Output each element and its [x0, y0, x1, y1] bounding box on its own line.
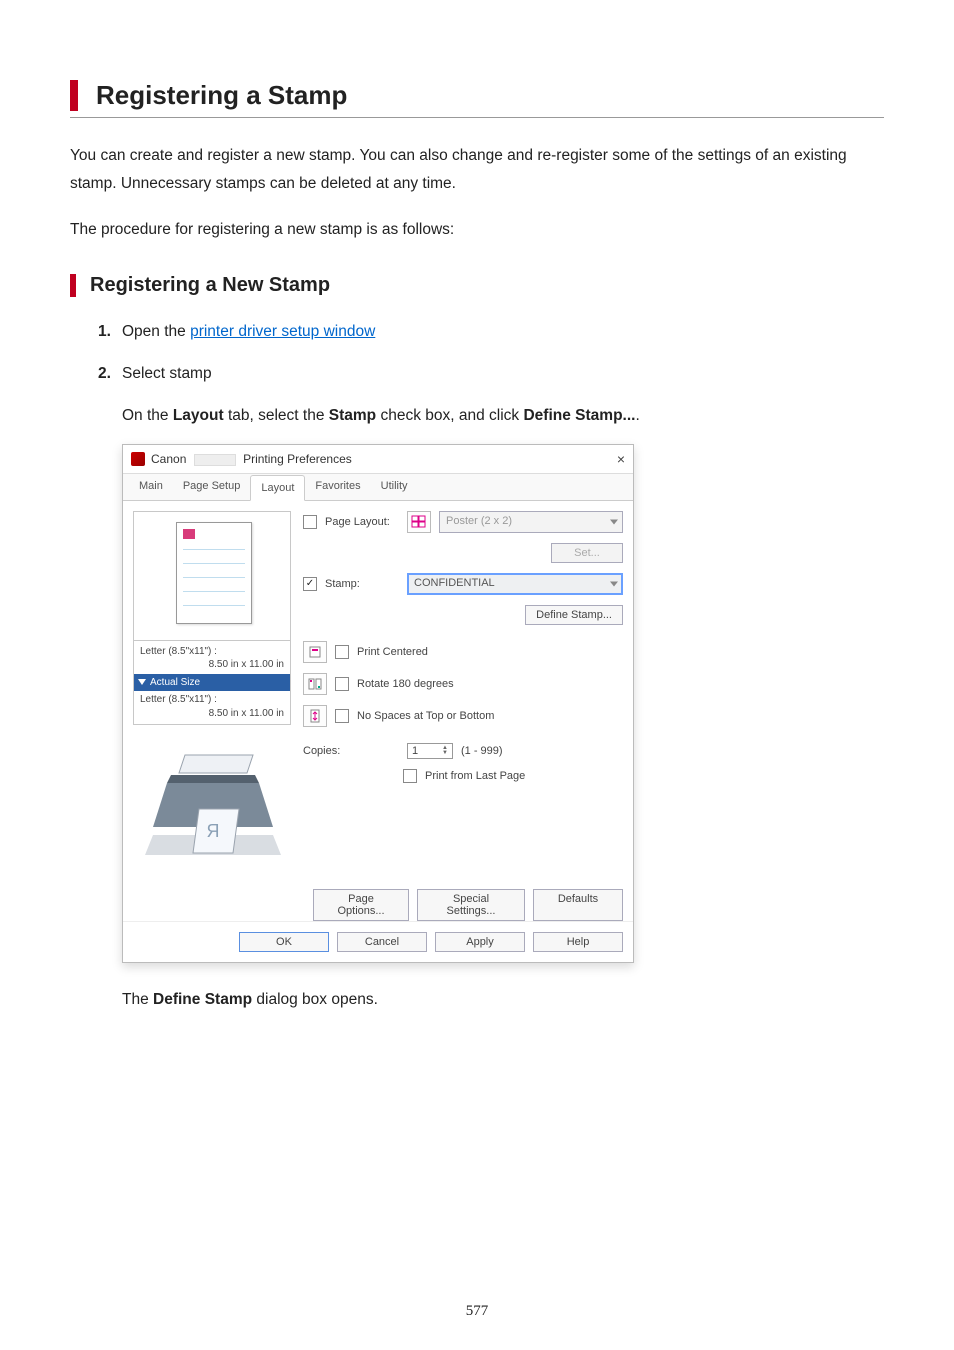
stamp-value: CONFIDENTIAL: [414, 577, 495, 589]
copies-input[interactable]: 1 ▲▼: [407, 743, 453, 759]
layout-bold: Layout: [173, 407, 224, 424]
chevron-down-icon: [610, 581, 618, 586]
apply-button[interactable]: Apply: [435, 932, 525, 952]
printer-driver-setup-window-link[interactable]: printer driver setup window: [190, 323, 375, 340]
section-heading: Registering a New Stamp: [90, 274, 884, 297]
rotate-180-icon: [303, 673, 327, 695]
poster-icon: [407, 511, 431, 533]
tab-layout[interactable]: Layout: [250, 475, 305, 501]
tab-favorites[interactable]: Favorites: [305, 474, 370, 500]
step-2: 2. Select stamp: [98, 361, 884, 387]
printer-illustration: R: [133, 743, 291, 873]
defaults-button[interactable]: Defaults: [533, 889, 623, 921]
paper-info: Letter (8.5"x11") : 8.50 in x 11.00 in A…: [133, 641, 291, 726]
model-placeholder: [194, 454, 236, 466]
page-options-button[interactable]: Page Options...: [313, 889, 409, 921]
tab-page-setup[interactable]: Page Setup: [173, 474, 251, 500]
set-button[interactable]: Set...: [551, 543, 623, 563]
paper-size-label-2: Letter (8.5"x11") :: [140, 693, 284, 707]
print-centered-checkbox[interactable]: [335, 645, 349, 659]
page-preview: [133, 511, 291, 641]
stamp-label: Stamp:: [325, 578, 399, 590]
special-settings-button[interactable]: Special Settings...: [417, 889, 525, 921]
step-1-text: Open the: [122, 323, 190, 340]
step-1: 1. Open the printer driver setup window: [98, 319, 884, 345]
page-layout-label: Page Layout:: [325, 516, 399, 528]
print-from-last-checkbox[interactable]: [403, 769, 417, 783]
cancel-button[interactable]: Cancel: [337, 932, 427, 952]
paper-size-label-1: Letter (8.5"x11") :: [140, 645, 284, 659]
dialog-tabs: Main Page Setup Layout Favorites Utility: [123, 474, 633, 501]
actual-size-row[interactable]: Actual Size: [134, 674, 290, 692]
t: check box, and click: [376, 407, 523, 424]
t: Printing Preferences: [243, 452, 352, 466]
page-layout-checkbox[interactable]: [303, 515, 317, 529]
copies-value: 1: [412, 745, 418, 757]
title-rule: [70, 117, 884, 118]
closing-text: The Define Stamp dialog box opens.: [122, 987, 884, 1013]
t: tab, select the: [224, 407, 329, 424]
no-spaces-icon: [303, 705, 327, 727]
step-1-number: 1.: [98, 319, 122, 345]
step-2-number: 2.: [98, 361, 122, 387]
t: On the: [122, 407, 173, 424]
page-number: 577: [0, 1303, 954, 1320]
define-stamp-bold-2: Define Stamp: [153, 991, 252, 1008]
step-2-subtext: On the Layout tab, select the Stamp chec…: [122, 403, 884, 429]
chevron-down-icon: [610, 519, 618, 524]
copies-range: (1 - 999): [461, 745, 503, 757]
actual-size-label: Actual Size: [150, 676, 200, 690]
watermark-r: R: [207, 821, 220, 841]
tab-utility[interactable]: Utility: [371, 474, 418, 500]
t: dialog box opens.: [252, 991, 378, 1008]
t: Canon: [151, 452, 186, 466]
close-icon[interactable]: ×: [617, 451, 625, 467]
no-spaces-checkbox[interactable]: [335, 709, 349, 723]
no-spaces-label: No Spaces at Top or Bottom: [357, 710, 494, 722]
intro-paragraph-2: The procedure for registering a new stam…: [70, 216, 884, 244]
spinner-icon[interactable]: ▲▼: [442, 746, 448, 756]
arrow-down-icon: [138, 679, 146, 685]
print-centered-label: Print Centered: [357, 646, 428, 658]
dialog-title: Canon Printing Preferences: [151, 452, 352, 466]
t: .: [635, 407, 639, 424]
printing-preferences-dialog: Canon Printing Preferences × Main Page S…: [122, 444, 634, 964]
ok-button[interactable]: OK: [239, 932, 329, 952]
paper-size-dim-2: 8.50 in x 11.00 in: [140, 707, 284, 721]
print-from-last-label: Print from Last Page: [425, 770, 525, 782]
help-button[interactable]: Help: [533, 932, 623, 952]
copies-label: Copies:: [303, 745, 399, 757]
rotate-180-checkbox[interactable]: [335, 677, 349, 691]
page-layout-select[interactable]: Poster (2 x 2): [439, 511, 623, 533]
page-layout-value: Poster (2 x 2): [446, 515, 512, 527]
canon-app-icon: [131, 452, 145, 466]
t: The: [122, 991, 153, 1008]
stamp-bold: Stamp: [329, 407, 376, 424]
tab-main[interactable]: Main: [129, 474, 173, 500]
stamp-select[interactable]: CONFIDENTIAL: [407, 573, 623, 595]
step-2-title: Select stamp: [122, 361, 884, 387]
print-centered-icon: [303, 641, 327, 663]
rotate-180-label: Rotate 180 degrees: [357, 678, 454, 690]
intro-paragraph-1: You can create and register a new stamp.…: [70, 142, 884, 198]
page-title: Registering a Stamp: [96, 80, 884, 111]
define-stamp-button[interactable]: Define Stamp...: [525, 605, 623, 625]
dialog-titlebar: Canon Printing Preferences ×: [123, 445, 633, 474]
define-stamp-bold: Define Stamp...: [523, 407, 635, 424]
paper-size-dim-1: 8.50 in x 11.00 in: [140, 658, 284, 672]
stamp-checkbox[interactable]: [303, 577, 317, 591]
